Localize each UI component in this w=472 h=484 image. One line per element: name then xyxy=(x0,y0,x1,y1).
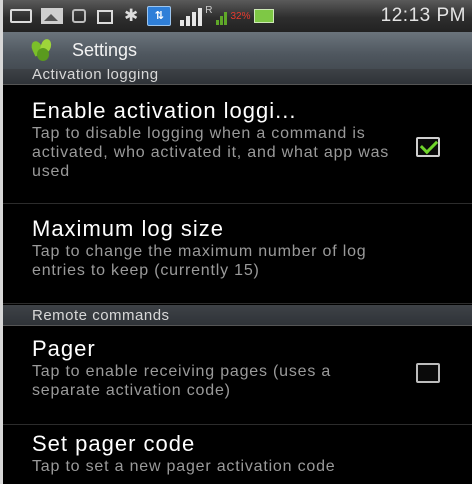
section-header-activation-logging: Activation logging xyxy=(0,69,472,85)
pref-title: Set pager code xyxy=(32,431,196,456)
status-bar: ✱ ⇅ R 32% 12:13 PM xyxy=(0,0,472,32)
data-icon: ⇅ xyxy=(147,6,172,26)
message-icon xyxy=(72,9,86,23)
usb-icon xyxy=(95,8,115,24)
pref-maximum-log-size[interactable]: Maximum log size Tap to change the maxim… xyxy=(0,205,472,304)
pref-title: Maximum log size xyxy=(32,216,225,241)
pref-summary: Tap to change the maximum number of log … xyxy=(32,243,367,279)
phone-screen: ✱ ⇅ R 32% 12:13 PM Settings Activation l… xyxy=(0,0,472,484)
pref-summary: Tap to disable logging when a command is… xyxy=(32,125,390,180)
screen-edge xyxy=(0,0,3,484)
pref-title: Enable activation loggi... xyxy=(32,98,297,123)
page-title: Settings xyxy=(72,40,138,60)
section-title: Remote commands xyxy=(32,307,170,324)
clover-app-icon[interactable] xyxy=(29,37,56,63)
pref-summary: Tap to set a new pager activation code xyxy=(32,458,336,475)
section-title: Activation logging xyxy=(32,69,159,83)
section-header-remote-commands: Remote commands xyxy=(0,305,472,326)
pref-pager[interactable]: Pager Tap to enable receiving pages (use… xyxy=(0,327,472,425)
network-indicator: R xyxy=(205,4,213,16)
action-bar: Settings xyxy=(0,32,472,69)
battery-icon xyxy=(253,9,274,23)
pref-enable-activation-logging[interactable]: Enable activation loggi... Tap to disabl… xyxy=(0,86,472,204)
signal-icon xyxy=(180,6,203,26)
pager-checkbox[interactable] xyxy=(416,363,440,383)
pref-summary: Tap to enable receiving pages (uses a se… xyxy=(32,363,332,399)
battery-percent: 32% xyxy=(230,10,251,22)
network-signal-icon xyxy=(216,7,228,25)
bluetooth-icon: ✱ xyxy=(124,6,139,25)
status-time: 12:13 PM xyxy=(380,5,466,26)
pref-title: Pager xyxy=(32,336,96,361)
notification-icon xyxy=(10,9,32,23)
pref-set-pager-code[interactable]: Set pager code Tap to set a new pager ac… xyxy=(0,426,472,484)
gallery-icon xyxy=(41,8,63,24)
enable-logging-checkbox[interactable] xyxy=(416,137,440,157)
